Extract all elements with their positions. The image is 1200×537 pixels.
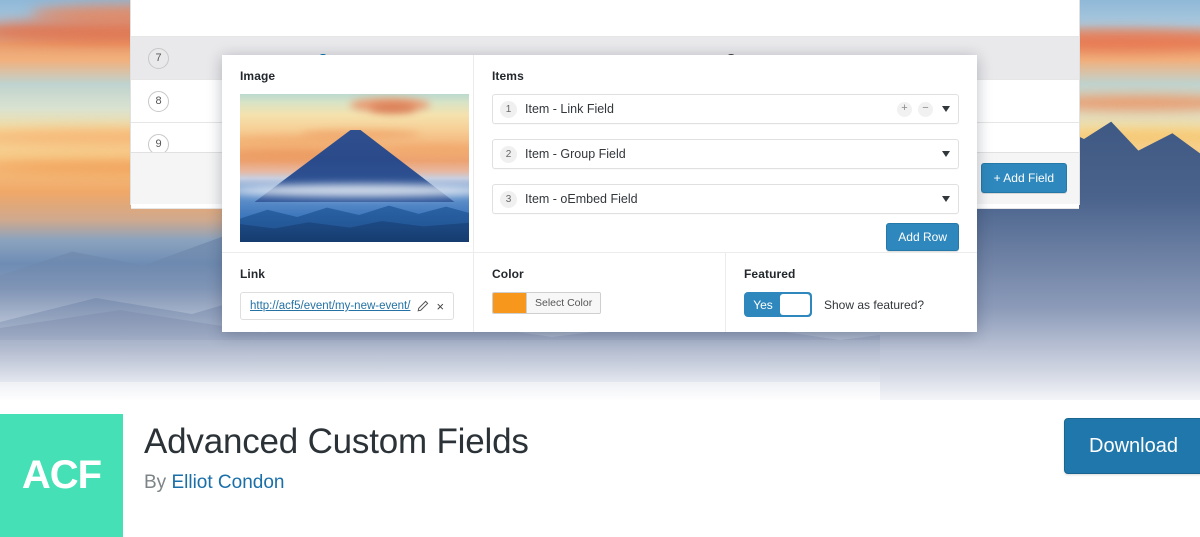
- plugin-page: 7 Group group Group 8 Clone clone Clone …: [0, 0, 1200, 537]
- plugin-banner: ACF Advanced Custom Fields By Elliot Con…: [0, 400, 1200, 537]
- link-value-box[interactable]: http://acf5/event/my-new-event/ ×: [240, 292, 454, 320]
- add-field-button[interactable]: + Add Field: [981, 163, 1067, 193]
- featured-toggle-wrap: Yes Show as featured?: [744, 292, 959, 317]
- plus-icon[interactable]: +: [897, 102, 912, 117]
- row-order-handle[interactable]: 8: [131, 91, 186, 112]
- chevron-down-icon[interactable]: [942, 196, 950, 202]
- minus-icon[interactable]: −: [918, 102, 933, 117]
- page-title: Advanced Custom Fields: [144, 422, 529, 462]
- hero-screenshot: 7 Group group Group 8 Clone clone Clone …: [0, 0, 1200, 400]
- plugin-author-link[interactable]: Elliot Condon: [171, 472, 284, 493]
- row-order-handle[interactable]: 7: [131, 48, 186, 69]
- acf-logo: ACF: [0, 414, 123, 537]
- add-row-button[interactable]: Add Row: [886, 223, 959, 251]
- color-swatch[interactable]: [493, 293, 526, 313]
- item-row-title: Item - Group Field: [525, 147, 939, 161]
- featured-toggle[interactable]: Yes: [744, 292, 812, 317]
- link-url[interactable]: http://acf5/event/my-new-event/: [250, 300, 410, 312]
- table-row[interactable]: [131, 0, 1079, 37]
- row-order-number: 8: [148, 91, 169, 112]
- row-order-number: 7: [148, 48, 169, 69]
- image-field-cell: Image: [222, 55, 474, 252]
- link-field-label: Link: [240, 267, 455, 281]
- list-item[interactable]: 1 Item - Link Field + −: [492, 94, 959, 124]
- pencil-icon[interactable]: [417, 300, 429, 312]
- select-color-label[interactable]: Select Color: [526, 293, 600, 313]
- thumb-cloud-sea: [240, 184, 469, 197]
- thumb-cloud: [370, 103, 416, 113]
- chevron-down-icon[interactable]: [942, 106, 950, 112]
- featured-toggle-state: Yes: [746, 298, 780, 312]
- dialog-bottom-row: Link http://acf5/event/my-new-event/ × C…: [222, 252, 977, 332]
- plugin-byline: By Elliot Condon: [144, 472, 285, 494]
- download-button[interactable]: Download: [1064, 418, 1200, 474]
- item-row-controls: [939, 196, 950, 202]
- item-row-number: 3: [500, 191, 517, 208]
- featured-description: Show as featured?: [824, 298, 924, 312]
- list-item[interactable]: 3 Item - oEmbed Field: [492, 184, 959, 214]
- acf-logo-text: ACF: [22, 453, 101, 498]
- image-thumbnail[interactable]: [240, 94, 469, 242]
- list-item[interactable]: 2 Item - Group Field: [492, 139, 959, 169]
- items-field-cell: Items 1 Item - Link Field + − 2 Item - G…: [474, 55, 977, 252]
- featured-field-cell: Featured Yes Show as featured?: [726, 253, 977, 332]
- featured-field-label: Featured: [744, 267, 959, 281]
- item-row-number: 2: [500, 146, 517, 163]
- byline-prefix: By: [144, 472, 166, 493]
- chevron-down-icon[interactable]: [942, 151, 950, 157]
- color-field-cell: Color Select Color: [474, 253, 726, 332]
- toggle-knob[interactable]: [780, 294, 810, 315]
- close-icon[interactable]: ×: [436, 300, 444, 313]
- field-preview-dialog: Image Item: [222, 55, 977, 332]
- link-field-cell: Link http://acf5/event/my-new-event/ ×: [222, 253, 474, 332]
- dialog-top-row: Image Item: [222, 55, 977, 252]
- item-row-title: Item - oEmbed Field: [525, 192, 939, 206]
- items-field-label: Items: [492, 69, 959, 83]
- color-picker[interactable]: Select Color: [492, 292, 601, 314]
- image-field-label: Image: [240, 69, 455, 83]
- thumb-cloud: [390, 146, 469, 156]
- item-row-controls: [939, 151, 950, 157]
- item-row-title: Item - Link Field: [525, 102, 897, 116]
- color-field-label: Color: [492, 267, 707, 281]
- item-row-number: 1: [500, 101, 517, 118]
- item-row-controls: + −: [897, 102, 950, 117]
